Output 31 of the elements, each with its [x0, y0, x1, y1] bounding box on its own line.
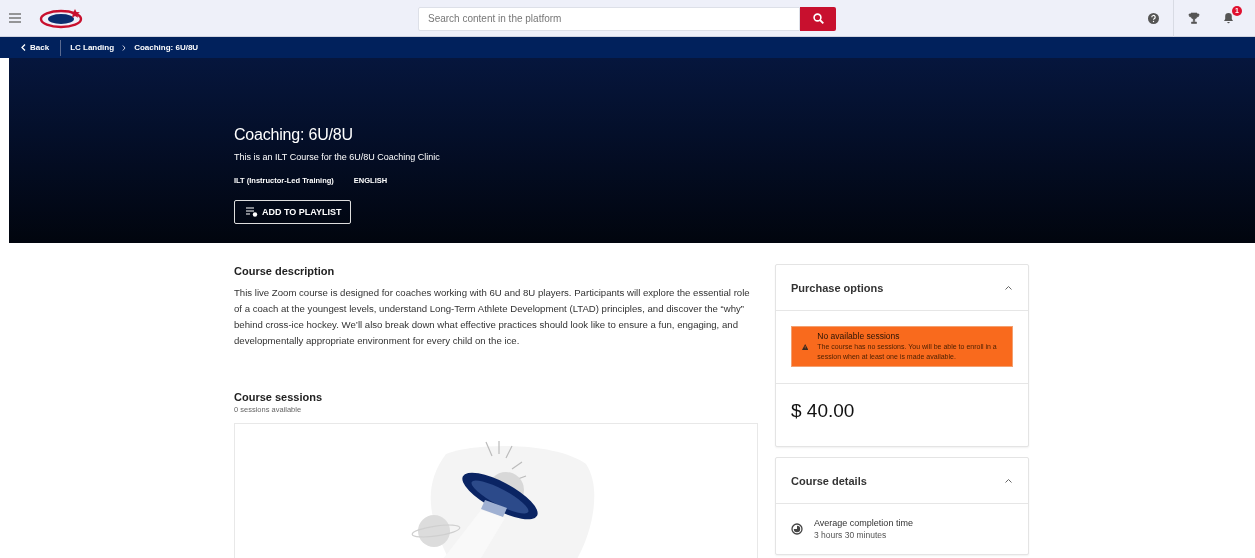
trophy-icon[interactable] [1188, 12, 1200, 24]
search-icon [812, 13, 824, 24]
course-title: Coaching: 6U/8U [234, 126, 354, 144]
menu-icon[interactable] [9, 13, 21, 23]
bell-icon[interactable] [1222, 12, 1234, 24]
section-heading: Course sessions [234, 391, 324, 403]
alert-title: No available sessions [817, 331, 901, 341]
course-description: This live Zoom course is designed for coaches working with 6U and 8U players. Participants will explore the essential role of a coach at the youngest levels, understand Long-Term Athlete Development (LTAD) principles, and discover the “why” behind cross-ice hockey. We’ll also break down what effective practices should look like to ensure a fun, engaging, and developmentally appropriate environment for every child on the ice. [234, 286, 751, 348]
breadcrumb-link[interactable]: LC Landing [70, 43, 115, 52]
back-link[interactable]: Back [21, 43, 50, 52]
section-heading: Course description [234, 265, 336, 277]
detail-value: 3 hours 30 minutes [814, 530, 888, 540]
collapse-button[interactable] [1003, 283, 1014, 292]
logo-icon[interactable] [39, 7, 85, 29]
chevron-up-icon [1005, 285, 1012, 290]
course-subtitle: This is an ILT Course for the 6U/8U Coaching Clinic [234, 152, 441, 162]
clock-icon [791, 523, 803, 535]
chevron-up-icon [1005, 478, 1012, 483]
breadcrumb-current: Coaching: 6U/8U [134, 43, 199, 52]
search-button[interactable] [800, 6, 836, 31]
add-to-playlist-button[interactable]: ADD TO PLAYLIST [234, 200, 351, 224]
detail-label: Average completion time [814, 518, 913, 528]
card-title: Purchase options [791, 281, 884, 294]
course-price: $ 40.00 [776, 383, 1028, 446]
chevron-right-icon [122, 44, 127, 51]
playlist-add-icon [246, 207, 258, 217]
help-icon[interactable] [1147, 12, 1159, 24]
collapse-button[interactable] [1003, 476, 1014, 485]
card-title: Course details [791, 474, 867, 487]
chevron-left-icon [21, 44, 26, 51]
search-field[interactable]: Search content in the platform [418, 6, 800, 31]
